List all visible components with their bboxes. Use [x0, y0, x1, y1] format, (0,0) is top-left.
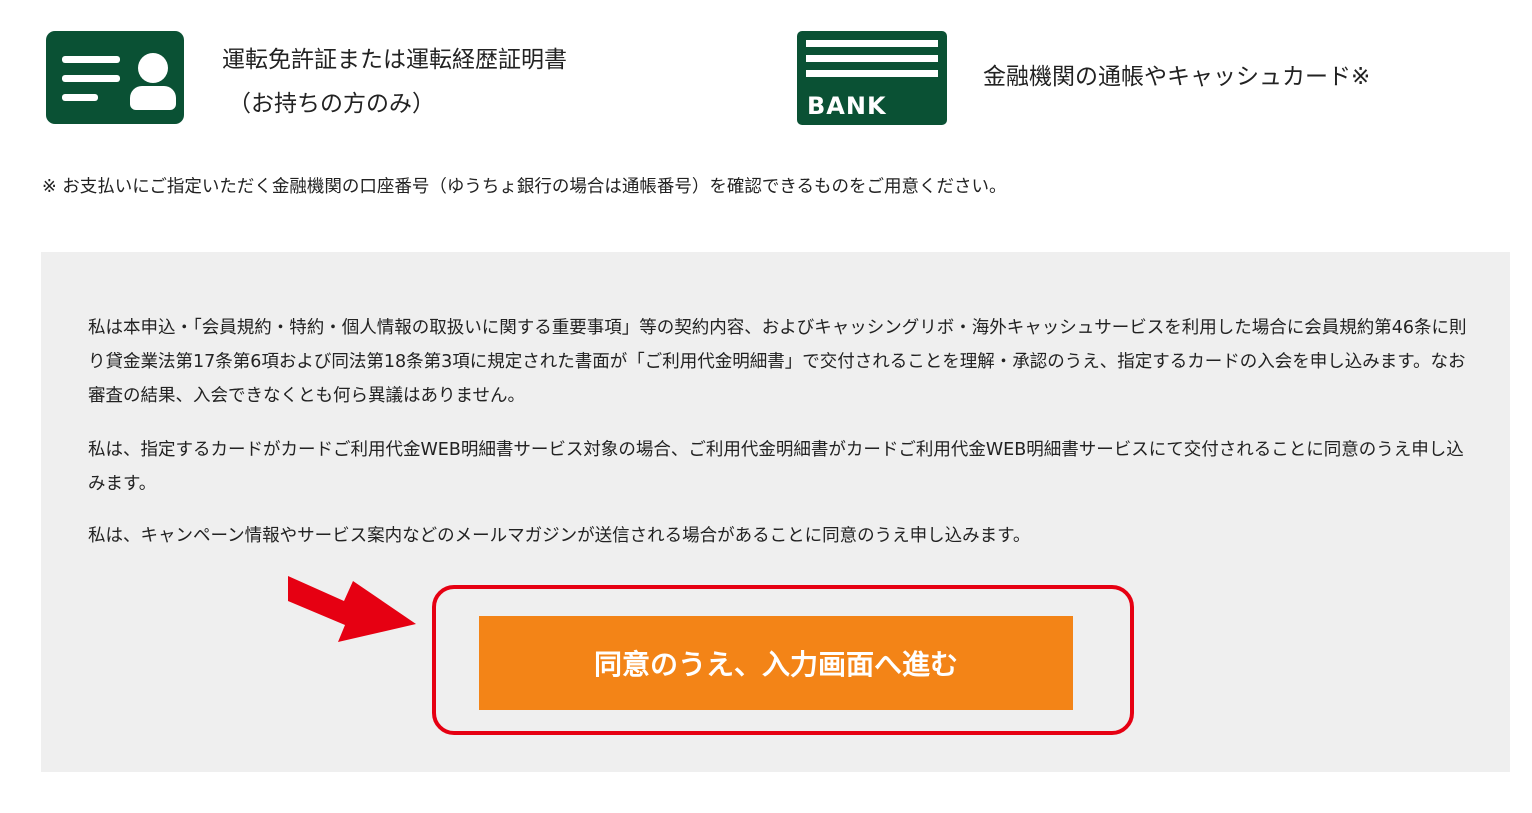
license-label-main: 運転免許証または運転経歴証明書 [222, 47, 567, 73]
consent-paragraph-web-statement: 私は、指定するカードがカードご利用代金WEB明細書サービス対象の場合、ご利用代金… [88, 440, 1464, 494]
license-label-sub: （お持ちの方のみ） [228, 91, 435, 117]
bank-document-label: 金融機関の通帳やキャッシュカード※ [983, 64, 1371, 90]
consent-paragraph-mail-magazine: 私は、キャンペーン情報やサービス案内などのメールマガジンが送信される場合があるこ… [88, 526, 1031, 546]
license-document-label: 運転免許証または運転経歴証明書 （お持ちの方のみ） [222, 38, 652, 126]
consent-panel: 私は本申込・「会員規約・特約・個人情報の取扱いに関する重要事項」等の契約内容、お… [41, 252, 1510, 772]
consent-paragraph-terms: 私は本申込・「会員規約・特約・個人情報の取扱いに関する重要事項」等の契約内容、お… [88, 318, 1467, 406]
agree-and-proceed-button[interactable]: 同意のうえ、入力画面へ進む [479, 616, 1073, 710]
id-card-icon [46, 31, 184, 124]
account-number-note: ※ お支払いにご指定いただく金融機関の口座番号（ゆうちょ銀行の場合は通帳番号）を… [42, 177, 1007, 197]
bank-icon-text: BANK [807, 92, 887, 120]
bank-passbook-icon: BANK [797, 31, 947, 125]
red-arrow-icon [288, 576, 416, 642]
